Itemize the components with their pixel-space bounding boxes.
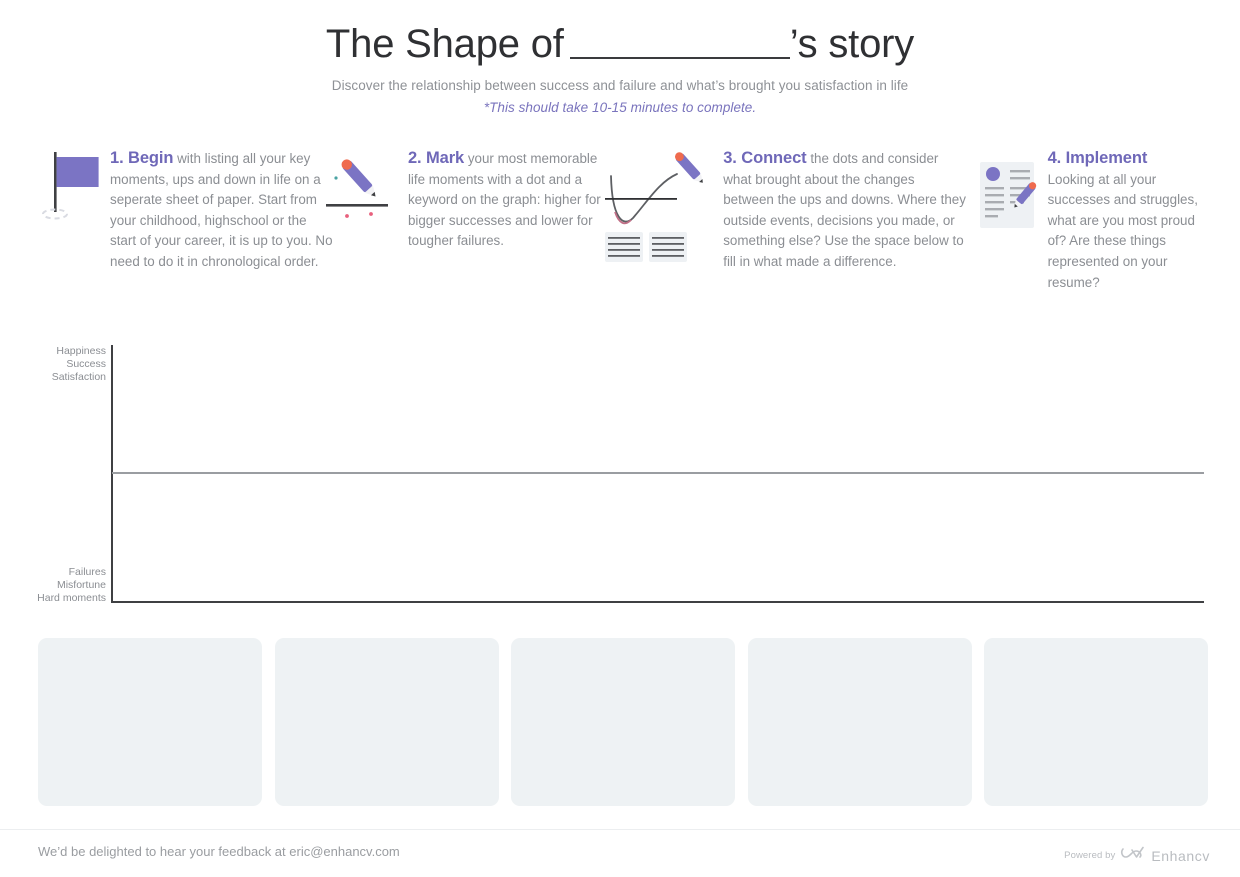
axis-label-top: Happiness Success Satisfaction bbox=[10, 345, 106, 384]
step-4-text: 4. Implement Looking at all your successe… bbox=[1048, 148, 1210, 293]
page-header: The Shape of ’s story Discover the relati… bbox=[0, 0, 1240, 115]
axis-label-bottom-line-3: Hard moments bbox=[37, 592, 106, 604]
axis-label-bottom-line-2: Misfortune bbox=[56, 579, 106, 591]
axis-label-bottom-line-1: Failures bbox=[68, 566, 106, 578]
axis-label-top-line-1: Happiness bbox=[56, 345, 106, 357]
step-1-body: with listing all your key moments, ups a… bbox=[110, 151, 333, 269]
step-4-heading: 4. Implement bbox=[1047, 149, 1148, 167]
graph-mid-line bbox=[112, 472, 1204, 474]
axis-label-top-line-3: Satisfaction bbox=[51, 371, 106, 383]
curve-graph-icon bbox=[601, 148, 713, 271]
page-title-prefix: The Shape of bbox=[325, 22, 564, 66]
note-card-3[interactable] bbox=[511, 638, 735, 806]
resume-pencil-icon bbox=[976, 148, 1038, 237]
pencil-line-icon bbox=[322, 148, 398, 233]
page-footer: We’d be delighted to hear your feedback … bbox=[0, 829, 1240, 877]
graph-y-axis bbox=[111, 345, 113, 603]
step-3-connect: 3. Connect the dots and consider what br… bbox=[601, 148, 967, 273]
step-3-text: 3. Connect the dots and consider what br… bbox=[723, 148, 967, 273]
step-2-mark: 2. Mark your most memorable life moments… bbox=[322, 148, 605, 252]
time-estimate-note: *This should take 10-15 minutes to compl… bbox=[483, 100, 757, 115]
feedback-text: We’d be delighted to hear your feedback … bbox=[38, 844, 400, 859]
note-cards-row bbox=[38, 638, 1208, 806]
enhancv-brand-name: Enhancv bbox=[1151, 847, 1210, 864]
step-1-begin: 1. Begin with listing all your key momen… bbox=[36, 148, 334, 273]
axis-label-top-line-2: Success bbox=[66, 358, 106, 370]
axis-label-bottom: Failures Misfortune Hard moments bbox=[10, 566, 106, 605]
step-3-heading: 3. Connect bbox=[723, 149, 807, 167]
steps-row: 1. Begin with listing all your key momen… bbox=[36, 148, 1210, 293]
note-card-1[interactable] bbox=[38, 638, 262, 806]
step-4-implement: 4. Implement Looking at all your successe… bbox=[976, 148, 1210, 293]
note-card-5[interactable] bbox=[984, 638, 1208, 806]
powered-by-enhancv[interactable]: Powered by Enhancv bbox=[1064, 845, 1210, 866]
page-title-suffix: ’s story bbox=[789, 22, 915, 66]
step-2-text: 2. Mark your most memorable life moments… bbox=[408, 148, 605, 252]
powered-by-label: Powered by bbox=[1064, 850, 1116, 861]
note-card-4[interactable] bbox=[747, 638, 972, 806]
enhancv-logo-icon bbox=[1120, 845, 1146, 866]
flag-icon bbox=[36, 148, 100, 233]
step-4-body: Looking at all your successes and strugg… bbox=[1047, 171, 1198, 290]
page-subtitle: Discover the relationship between succes… bbox=[331, 78, 909, 93]
note-card-2[interactable] bbox=[274, 638, 499, 806]
step-2-heading: 2. Mark bbox=[407, 149, 465, 167]
step-1-heading: 1. Begin bbox=[110, 149, 174, 167]
page-title: The Shape of ’s story bbox=[0, 22, 1240, 66]
step-3-body: the dots and consider what brought about… bbox=[723, 151, 966, 269]
name-blank-field[interactable] bbox=[569, 27, 790, 59]
life-story-graph[interactable]: Happiness Success Satisfaction Failures … bbox=[0, 342, 1240, 610]
worksheet-page: The Shape of ’s story Discover the relati… bbox=[0, 0, 1240, 877]
step-1-text: 1. Begin with listing all your key momen… bbox=[110, 148, 334, 273]
graph-x-axis bbox=[112, 601, 1204, 603]
